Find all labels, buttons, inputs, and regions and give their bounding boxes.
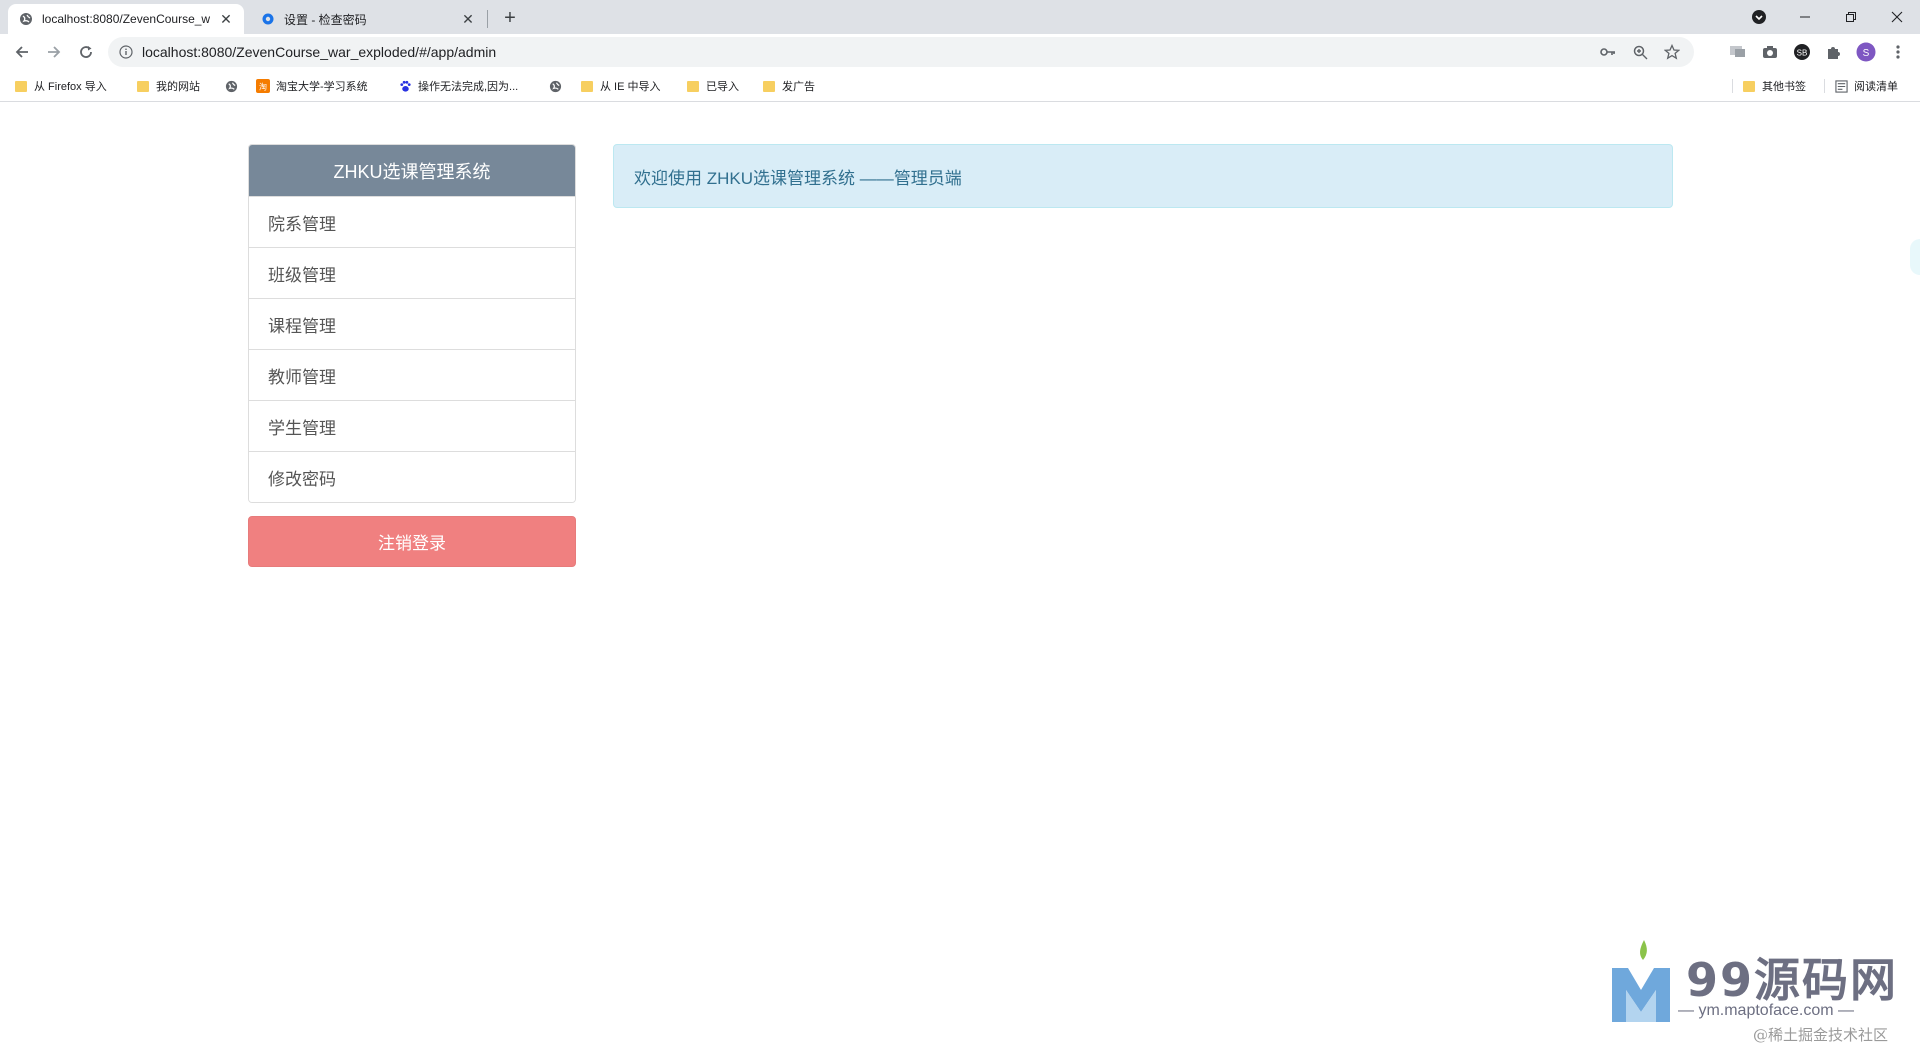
- tab-divider: [487, 10, 488, 28]
- menu-item-courses[interactable]: 课程管理: [249, 298, 575, 349]
- bookmark-label: 我的网站: [156, 81, 200, 93]
- browser-toolbar: localhost:8080/ZevenCourse_war_exploded/…: [0, 34, 1920, 70]
- bookmark-ie-import[interactable]: 从 IE 中导入: [580, 77, 661, 95]
- side-float-handle[interactable]: [1910, 239, 1920, 275]
- watermark-credit: @稀土掘金技术社区: [1753, 1026, 1889, 1044]
- globe-icon: [548, 79, 562, 93]
- camera-icon[interactable]: [1760, 42, 1780, 62]
- folder-icon: [580, 79, 594, 93]
- menu-item-students[interactable]: 学生管理: [249, 400, 575, 451]
- minimize-button[interactable]: [1782, 0, 1828, 34]
- sidebar-menu: ZHKU选课管理系统 院系管理 班级管理 课程管理 教师管理 学生管理 修改密码: [248, 144, 576, 503]
- info-icon[interactable]: [118, 44, 134, 60]
- restore-button[interactable]: [1828, 0, 1874, 34]
- menu-item-departments[interactable]: 院系管理: [249, 196, 575, 247]
- logout-button[interactable]: 注销登录: [248, 516, 576, 567]
- bookmark-globe-1[interactable]: [224, 77, 244, 95]
- bookmark-label: 从 IE 中导入: [600, 81, 661, 93]
- kebab-menu-icon[interactable]: [1888, 42, 1908, 62]
- bookmark-divider: [1824, 79, 1825, 93]
- tab-title: 设置 - 检查密码: [284, 12, 367, 27]
- gear-icon: [260, 11, 276, 27]
- tab-title: localhost:8080/ZevenCourse_w: [42, 12, 211, 26]
- new-tab-button[interactable]: +: [498, 6, 522, 30]
- reading-list-icon: [1834, 79, 1848, 93]
- puzzle-icon[interactable]: [1824, 42, 1844, 62]
- bookmark-label: 从 Firefox 导入: [34, 81, 107, 93]
- close-window-button[interactable]: [1874, 0, 1920, 34]
- folder-icon: [136, 79, 150, 93]
- tab-settings[interactable]: 设置 - 检查密码 ✕: [250, 4, 486, 34]
- zoom-icon[interactable]: [1630, 42, 1650, 62]
- watermark-url: — ym.maptoface.com —: [1678, 1002, 1855, 1019]
- reading-list[interactable]: 阅读清单: [1834, 77, 1898, 95]
- tab-strip: localhost:8080/ZevenCourse_w ✕ 设置 - 检查密码…: [0, 0, 1920, 34]
- bookmark-imported[interactable]: 已导入: [686, 77, 739, 95]
- svg-text:S: S: [1863, 48, 1870, 59]
- svg-text:SB: SB: [1797, 49, 1808, 58]
- back-button[interactable]: [10, 40, 34, 64]
- key-icon[interactable]: [1598, 42, 1618, 62]
- sidebar-title: ZHKU选课管理系统: [249, 145, 575, 196]
- bookmark-label: 操作无法完成,因为...: [418, 81, 519, 93]
- menu-item-change-password[interactable]: 修改密码: [249, 451, 575, 502]
- reload-button[interactable]: [74, 40, 98, 64]
- address-bar[interactable]: localhost:8080/ZevenCourse_war_exploded/…: [108, 37, 1694, 67]
- close-icon[interactable]: ✕: [218, 11, 234, 27]
- bookmark-firefox-import[interactable]: 从 Firefox 导入: [14, 77, 107, 95]
- watermark: 99源码网 — ym.maptoface.com — @稀土掘金技术社区: [1608, 940, 1908, 1050]
- folder-icon: [14, 79, 28, 93]
- tab-search-icon[interactable]: [1736, 0, 1782, 34]
- bookmark-taobao[interactable]: 淘 淘宝大学-学习系统: [256, 77, 368, 95]
- bookmark-other[interactable]: 其他书签: [1742, 77, 1806, 95]
- globe-icon: [224, 79, 238, 93]
- extension-badge-icon[interactable]: SB: [1792, 42, 1812, 62]
- bookmark-label: 其他书签: [1762, 81, 1806, 93]
- bookmark-globe-2[interactable]: [548, 77, 568, 95]
- welcome-alert: 欢迎使用 ZHKU选课管理系统 ——管理员端: [613, 144, 1673, 208]
- globe-icon: [18, 11, 34, 27]
- close-icon[interactable]: ✕: [460, 11, 476, 27]
- menu-item-classes[interactable]: 班级管理: [249, 247, 575, 298]
- forward-button[interactable]: [42, 40, 66, 64]
- menu-item-teachers[interactable]: 教师管理: [249, 349, 575, 400]
- bookmark-ads[interactable]: 发广告: [762, 77, 815, 95]
- watermark-logo-icon: [1612, 940, 1670, 1022]
- star-icon[interactable]: [1662, 42, 1682, 62]
- bookmark-label: 阅读清单: [1854, 81, 1898, 93]
- taobao-icon: 淘: [256, 79, 270, 93]
- folder-icon: [686, 79, 700, 93]
- url-text[interactable]: localhost:8080/ZevenCourse_war_exploded/…: [142, 44, 1598, 60]
- folder-icon: [762, 79, 776, 93]
- avatar[interactable]: S: [1856, 42, 1876, 62]
- bookmark-label: 已导入: [706, 81, 739, 93]
- bookmark-my-sites[interactable]: 我的网站: [136, 77, 200, 95]
- bookmark-label: 淘宝大学-学习系统: [276, 81, 368, 93]
- bookmark-baidu[interactable]: 操作无法完成,因为...: [398, 77, 518, 95]
- bookmarks-bar: 从 Firefox 导入 我的网站 淘 淘宝大学-学习系统 操作无法完成,因为.…: [0, 70, 1920, 102]
- svg-text:淘: 淘: [259, 82, 267, 92]
- watermark-title: 99源码网: [1686, 953, 1899, 1007]
- folder-icon: [1742, 79, 1756, 93]
- baidu-paw-icon: [398, 79, 412, 93]
- tab-admin[interactable]: localhost:8080/ZevenCourse_w ✕: [8, 4, 244, 34]
- bookmark-divider: [1732, 79, 1733, 93]
- cast-icon[interactable]: [1728, 42, 1748, 62]
- page-content: ZHKU选课管理系统 院系管理 班级管理 课程管理 教师管理 学生管理 修改密码…: [0, 103, 1920, 1050]
- bookmark-label: 发广告: [782, 81, 815, 93]
